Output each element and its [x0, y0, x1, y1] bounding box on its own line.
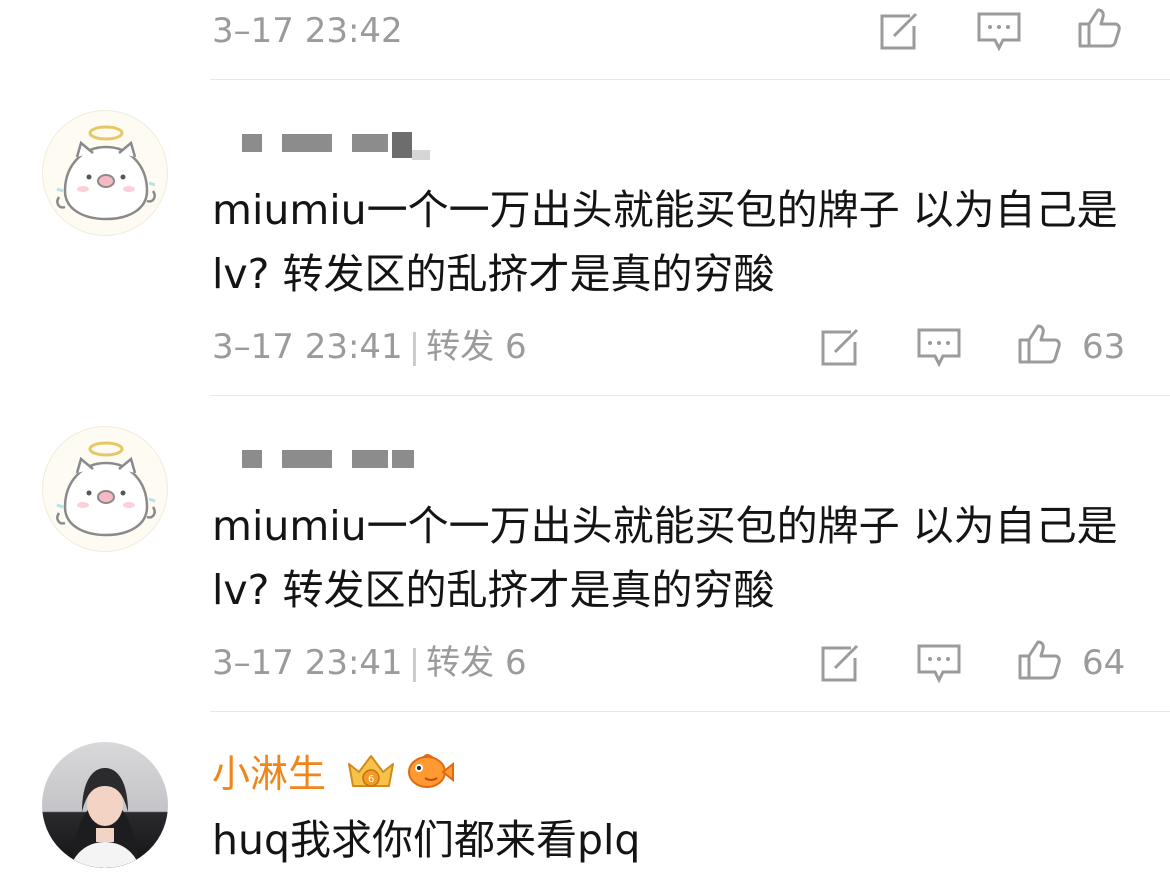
- comment-timestamp: 3–17 23:41: [212, 643, 403, 683]
- share-icon[interactable]: [815, 326, 863, 370]
- fish-badge-icon[interactable]: [403, 750, 455, 792]
- like-count: 64: [1082, 643, 1126, 683]
- divider: [210, 79, 1170, 80]
- comment-icon[interactable]: [915, 642, 963, 686]
- share-icon[interactable]: [874, 10, 922, 54]
- divider: [210, 711, 1170, 712]
- username[interactable]: 小淋生: [212, 752, 326, 796]
- avatar[interactable]: [42, 742, 168, 868]
- username-redacted: [212, 128, 432, 160]
- comment-meta: 3–17 23:41 | 转发 6: [212, 643, 527, 683]
- comment-timestamp: 3–17 23:42: [212, 11, 403, 51]
- like-count: 63: [1082, 327, 1126, 367]
- comment-timestamp: 3–17 23:41: [212, 327, 403, 367]
- divider: [210, 395, 1170, 396]
- share-icon[interactable]: [815, 642, 863, 686]
- comment-text: miumiu一个一万出头就能买包的牌子 以为自己是lv? 转发区的乱挤才是真的穷…: [212, 502, 1118, 614]
- comment-text: huq我求你们都来看plq: [212, 816, 641, 864]
- avatar[interactable]: [42, 426, 168, 552]
- meta-separator: |: [408, 643, 421, 683]
- repost-count[interactable]: 转发 6: [426, 327, 526, 367]
- avatar[interactable]: [42, 110, 168, 236]
- svg-text:6: 6: [368, 774, 374, 785]
- thumbs-up-icon[interactable]: [1076, 6, 1124, 50]
- crown-badge-icon[interactable]: 6: [345, 750, 397, 792]
- comment-icon[interactable]: [975, 10, 1023, 54]
- meta-separator: |: [408, 327, 421, 367]
- thumbs-up-icon[interactable]: [1016, 638, 1064, 682]
- comment-meta: 3–17 23:41 | 转发 6: [212, 327, 527, 367]
- username-redacted: [212, 444, 432, 474]
- thumbs-up-icon[interactable]: [1016, 322, 1064, 366]
- repost-count[interactable]: 转发 6: [426, 643, 526, 683]
- comment-icon[interactable]: [915, 326, 963, 370]
- comment-text: miumiu一个一万出头就能买包的牌子 以为自己是lv? 转发区的乱挤才是真的穷…: [212, 186, 1118, 298]
